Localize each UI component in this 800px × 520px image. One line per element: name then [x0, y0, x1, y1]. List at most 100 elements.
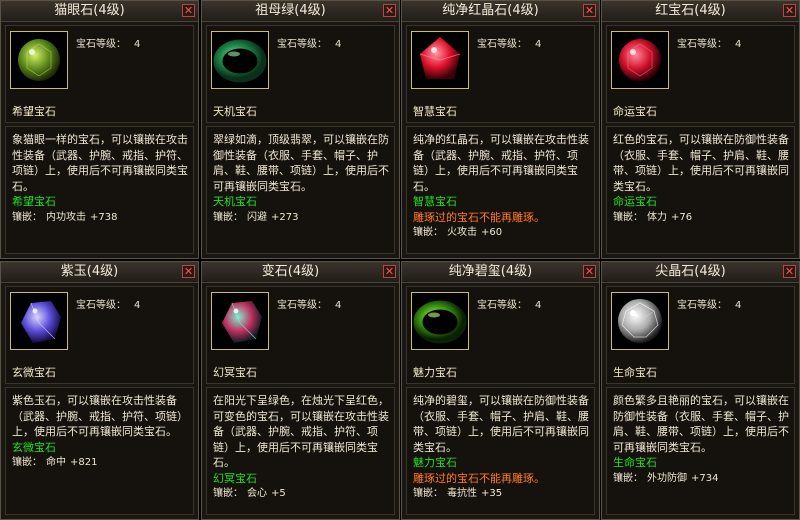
jade-bracelet-icon-graphic: [213, 39, 267, 83]
purple-jade-icon-graphic: [21, 301, 61, 343]
gem-level-value: 4: [134, 39, 141, 50]
inlay-stat-name: 体力: [647, 211, 667, 223]
alexandrite-icon-graphic: [222, 301, 262, 343]
gem-tooltip-card: 祖母绿(4级) ✕ 宝石等级： 4 天机宝石 翠绿如滴，顶级翡翠，可以镶嵌在防御性装备（衣…: [201, 0, 400, 259]
inlay-stat-value: +734: [691, 472, 719, 484]
gem-level-value: 4: [535, 39, 542, 50]
gem-level-label: 宝石等级：: [677, 300, 727, 311]
gem-category-line: 玄微宝石: [12, 440, 56, 454]
inlay-label: 镶嵌：: [413, 488, 443, 499]
gem-inlay-stat: 镶嵌： 闪避 +273: [213, 210, 389, 226]
close-icon[interactable]: ✕: [383, 4, 396, 17]
close-icon[interactable]: ✕: [182, 4, 195, 17]
gem-category-label: 命运宝石: [613, 105, 657, 118]
gem-category-line: 幻冥宝石: [213, 471, 257, 485]
gem-level: 宝石等级： 4: [76, 35, 148, 50]
gem-category-line: 希望宝石: [12, 195, 56, 208]
gem-title: 红宝石(4级): [655, 3, 726, 18]
gem-category-line: 智慧宝石: [413, 195, 457, 208]
close-icon[interactable]: ✕: [783, 4, 796, 17]
ruby-gem-icon-graphic: [619, 39, 661, 81]
gem-inlay-stat: 镶嵌： 体力 +76: [613, 210, 789, 226]
gem-description: 在阳光下呈绿色，在烛光下呈红色，可变色的宝石，可以镶嵌在攻击性装备（武器、护腕、…: [213, 394, 389, 469]
gem-detail-panel: 纯净的碧玺，可以镶嵌在防御性装备（衣服、手套、帽子、护肩、鞋、腰带、项链）上，使…: [406, 387, 595, 515]
gem-detail-panel: 颜色繁多且艳丽的宝石，可以镶嵌在防御性装备（衣服、手套、帽子、护肩、鞋、腰带、项…: [606, 387, 795, 515]
ruby-gem-icon: [611, 31, 669, 89]
diamond-gem-icon-graphic: [618, 299, 662, 343]
gem-level: 宝石等级： 4: [277, 296, 349, 311]
close-icon[interactable]: ✕: [383, 265, 396, 278]
gem-tooltip-card: 变石(4级) ✕ 宝石等级： 4 幻冥宝石 在阳光下呈绿色，在烛光下呈红色，可变色的宝石，…: [201, 261, 400, 520]
gem-level-label: 宝石等级：: [277, 300, 327, 311]
gem-inlay-stat: 镶嵌： 火攻击 +60: [413, 225, 589, 241]
inlay-stat-value: +35: [481, 488, 503, 499]
tooltip-title-bar: 祖母绿(4级) ✕: [202, 1, 399, 22]
gem-category-label: 玄微宝石: [12, 366, 56, 379]
gem-tooltip-grid: 猫眼石(4级) ✕ 宝石等级： 4 希望宝石 象猫眼一样的宝石，可以镶嵌在攻击性装备（武器…: [0, 0, 800, 520]
inlay-label: 镶嵌：: [213, 211, 243, 223]
inlay-stat-value: +5: [271, 488, 286, 499]
gem-category-line: 生命宝石: [613, 456, 657, 469]
red-crystal-icon-graphic: [419, 37, 461, 79]
gem-detail-panel: 象猫眼一样的宝石，可以镶嵌在攻击性装备（武器、护腕、戒指、护符、项链）上，使用后…: [5, 126, 194, 254]
gem-description: 颜色繁多且艳丽的宝石，可以镶嵌在防御性装备（衣服、手套、帽子、护肩、鞋、腰带、项…: [613, 394, 789, 454]
inlay-label: 镶嵌：: [12, 211, 42, 223]
inlay-label: 镶嵌：: [613, 211, 643, 223]
gem-level-value: 4: [735, 300, 742, 311]
gem-level-label: 宝石等级：: [76, 39, 126, 50]
diamond-gem-icon: [611, 292, 669, 350]
gem-inlay-stat: 镶嵌： 外功防御 +734: [613, 471, 789, 487]
gem-category-label: 幻冥宝石: [213, 366, 257, 379]
close-icon[interactable]: ✕: [182, 265, 195, 278]
inlay-stat-value: +60: [481, 227, 503, 238]
gem-summary-panel: 宝石等级： 4 魅力宝石: [406, 286, 595, 384]
gem-tooltip-card: 紫玉(4级) ✕ 宝石等级： 4 玄微宝石 紫色玉石，可以镶嵌在攻击性装备（武器、护腕、戒…: [0, 261, 199, 520]
tooltip-title-bar: 纯净红晶石(4级) ✕: [402, 1, 599, 22]
gem-title: 变石(4级): [261, 264, 320, 279]
close-icon[interactable]: ✕: [583, 265, 596, 278]
inlay-label: 镶嵌：: [213, 488, 243, 499]
red-crystal-icon: [411, 31, 469, 89]
gem-summary-panel: 宝石等级： 4 幻冥宝石: [206, 286, 395, 384]
gem-level: 宝石等级： 4: [76, 296, 148, 311]
gem-tooltip-card: 猫眼石(4级) ✕ 宝石等级： 4 希望宝石 象猫眼一样的宝石，可以镶嵌在攻击性装备（武器…: [0, 0, 199, 259]
tooltip-title-bar: 尖晶石(4级) ✕: [602, 262, 799, 283]
inlay-stat-value: +738: [90, 211, 118, 223]
gem-level-label: 宝石等级：: [477, 300, 527, 311]
inlay-stat-value: +76: [671, 211, 693, 223]
gem-category-line: 命运宝石: [613, 195, 657, 208]
gem-detail-panel: 翠绿如滴，顶级翡翠，可以镶嵌在防御性装备（衣服、手套、帽子、护肩、鞋、腰带、项链…: [206, 126, 395, 254]
close-icon[interactable]: ✕: [783, 265, 796, 278]
gem-category-label: 魅力宝石: [413, 366, 457, 379]
inlay-stat-name: 会心: [247, 488, 267, 499]
gem-summary-panel: 宝石等级： 4 生命宝石: [606, 286, 795, 384]
gem-category-label: 希望宝石: [12, 105, 56, 118]
close-icon[interactable]: ✕: [583, 4, 596, 17]
gem-title: 尖晶石(4级): [655, 264, 726, 279]
gem-summary-panel: 宝石等级： 4 玄微宝石: [5, 286, 194, 384]
tooltip-title-bar: 红宝石(4级) ✕: [602, 1, 799, 22]
gem-tooltip-card: 尖晶石(4级) ✕ 宝石等级： 4 生命宝石 颜色繁多且艳丽的宝石，可以镶嵌在防御性装备（…: [601, 261, 800, 520]
tooltip-title-bar: 猫眼石(4级) ✕: [1, 1, 198, 22]
gem-category-label: 天机宝石: [213, 105, 257, 118]
gem-category-line: 天机宝石: [213, 195, 257, 208]
inlay-label: 镶嵌：: [12, 457, 42, 468]
inlay-stat-name: 毒抗性: [447, 488, 477, 499]
gem-description: 翠绿如滴，顶级翡翠，可以镶嵌在防御性装备（衣服、手套、帽子、护肩、鞋、腰带、项链…: [213, 133, 389, 193]
gem-summary-panel: 宝石等级： 4 智慧宝石: [406, 25, 595, 123]
gem-title: 紫玉(4级): [60, 264, 119, 279]
inlay-label: 镶嵌：: [413, 227, 443, 238]
gem-level-value: 4: [335, 300, 342, 311]
gem-level: 宝石等级： 4: [477, 35, 549, 50]
gem-title: 纯净红晶石(4级): [442, 3, 539, 18]
green-jasper-icon: [411, 292, 469, 350]
gem-level-label: 宝石等级：: [277, 39, 327, 50]
inlay-label: 镶嵌：: [613, 472, 643, 484]
gem-detail-panel: 纯净的红晶石，可以镶嵌在攻击性装备（武器、护腕、戒指、护符、项链）上，使用后不可…: [406, 126, 595, 254]
gem-level: 宝石等级： 4: [677, 35, 749, 50]
gem-description: 红色的宝石，可以镶嵌在防御性装备（衣服、手套、帽子、护肩、鞋、腰带、项链）上，使…: [613, 133, 789, 193]
inlay-stat-value: +273: [271, 211, 299, 223]
gem-title: 猫眼石(4级): [54, 3, 125, 18]
gem-level-value: 4: [335, 39, 342, 50]
gem-tooltip-card: 红宝石(4级) ✕ 宝石等级： 4 命运宝石 红色的宝石，可以镶嵌在防御性装备（衣服、手套…: [601, 0, 800, 259]
